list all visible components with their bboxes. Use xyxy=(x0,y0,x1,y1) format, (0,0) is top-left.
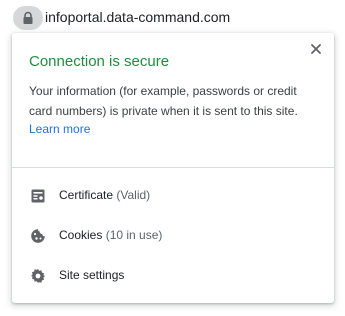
site-info-popup: Connection is secure Your information (f… xyxy=(12,33,334,303)
url-host: infoportal.data-command.com xyxy=(45,9,231,25)
url-field[interactable]: infoportal.data-command.com xyxy=(45,9,230,25)
cookie-icon xyxy=(31,229,45,243)
site-info-button[interactable] xyxy=(13,6,43,30)
lock-icon xyxy=(23,11,33,24)
certificate-row[interactable]: Certificate (Valid) xyxy=(12,179,334,213)
site-settings-label: Site settings xyxy=(59,268,125,282)
address-bar: infoportal.data-command.com xyxy=(0,0,345,36)
popup-title: Connection is secure xyxy=(29,53,170,70)
cookies-row[interactable]: Cookies (10 in use) xyxy=(12,219,334,253)
certificate-status: (Valid) xyxy=(116,188,151,202)
close-icon xyxy=(311,44,321,54)
gear-icon xyxy=(31,269,45,283)
certificate-icon xyxy=(31,189,45,203)
cookies-count: (10 in use) xyxy=(105,228,163,242)
learn-more-link[interactable]: Learn more xyxy=(29,121,90,137)
close-button[interactable] xyxy=(308,41,324,57)
divider xyxy=(12,167,334,168)
site-settings-row[interactable]: Site settings xyxy=(12,259,334,293)
security-description: Your information (for example, passwords… xyxy=(29,84,298,118)
cookies-label: Cookies (10 in use) xyxy=(59,228,163,242)
certificate-label: Certificate (Valid) xyxy=(59,188,151,202)
